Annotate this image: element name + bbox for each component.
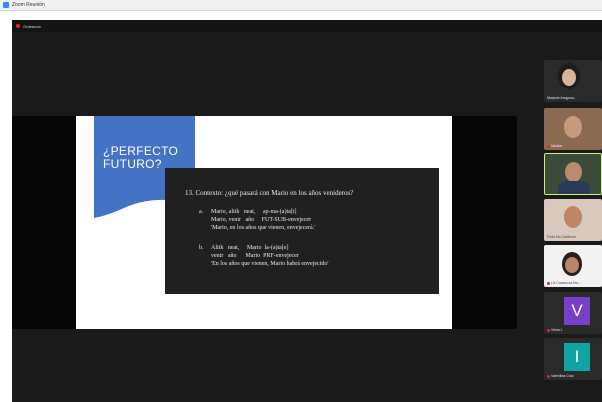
- participant-tile[interactable]: Lili Casanova Ma...: [544, 245, 602, 287]
- participant-name: Marjorie Aragona...: [547, 96, 577, 100]
- participant-name: Natalia: [547, 144, 562, 148]
- participant-tile[interactable]: Marjorie Aragona...: [544, 60, 602, 102]
- window-titlebar: Zoom Reunión: [0, 0, 602, 11]
- participant-tile[interactable]: V Vilma L: [544, 292, 602, 334]
- example-a-line1: Mario, aliik neat, ap-ma-(a)ta[t]: [211, 209, 297, 215]
- meeting-topbar: Grabando: [12, 20, 602, 32]
- window-title: Zoom Reunión: [12, 2, 45, 8]
- participant-name: Lili Casanova Ma...: [547, 281, 581, 285]
- avatar-letter-v: V: [564, 297, 590, 325]
- zoom-app-icon: [3, 2, 9, 8]
- example-b-line2: venir año Mario PRF-envejecer: [211, 253, 299, 259]
- participant-gallery: Marjorie Aragona... Natalia Frida Mo Cal…: [544, 60, 602, 402]
- example-a-line2: Mario, venir año FUT-SUB-envejecer: [211, 217, 312, 223]
- presentation-slide: ¿PERFECTO FUTURO? 13. Contexto: ¿qué pas…: [76, 116, 452, 329]
- example-box: 13. Contexto: ¿qué pasará con Mario en l…: [165, 168, 439, 294]
- avatar-letter-i: I: [564, 343, 590, 371]
- example-b-line3: 'En los años que vienen, Mario habrá env…: [211, 261, 329, 267]
- example-b-label: b.: [199, 245, 204, 251]
- screen-share-area[interactable]: ¿PERFECTO FUTURO? 13. Contexto: ¿qué pas…: [12, 116, 517, 329]
- example-a-line3: 'Mario, en los años que vienen, envejece…: [211, 225, 316, 231]
- example-heading: 13. Contexto: ¿qué pasará con Mario en l…: [185, 189, 354, 197]
- participant-tile[interactable]: Frida Mo Calderón: [544, 199, 602, 241]
- participant-name: Valentina Cruz: [547, 374, 574, 378]
- mic-muted-icon: [547, 328, 550, 332]
- example-a-label: a.: [199, 209, 204, 215]
- mic-muted-icon: [547, 374, 550, 378]
- example-b-line1: Aliik neat, Mario la-(a)ta[e]: [211, 245, 289, 251]
- participant-tile[interactable]: I Valentina Cruz: [544, 338, 602, 380]
- meeting-window: Grabando ¿PERFECTO FUTURO? 13. Contexto:…: [12, 20, 602, 402]
- recording-icon: [16, 24, 20, 28]
- participant-name: Vilma L: [547, 328, 563, 332]
- recording-label: Grabando: [23, 23, 41, 29]
- participant-name: Frida Mo Calderón: [547, 235, 576, 239]
- participant-tile-active[interactable]: [544, 153, 602, 195]
- participant-tile[interactable]: Natalia: [544, 108, 602, 150]
- mic-muted-icon: [547, 144, 550, 148]
- mic-muted-icon: [547, 281, 550, 285]
